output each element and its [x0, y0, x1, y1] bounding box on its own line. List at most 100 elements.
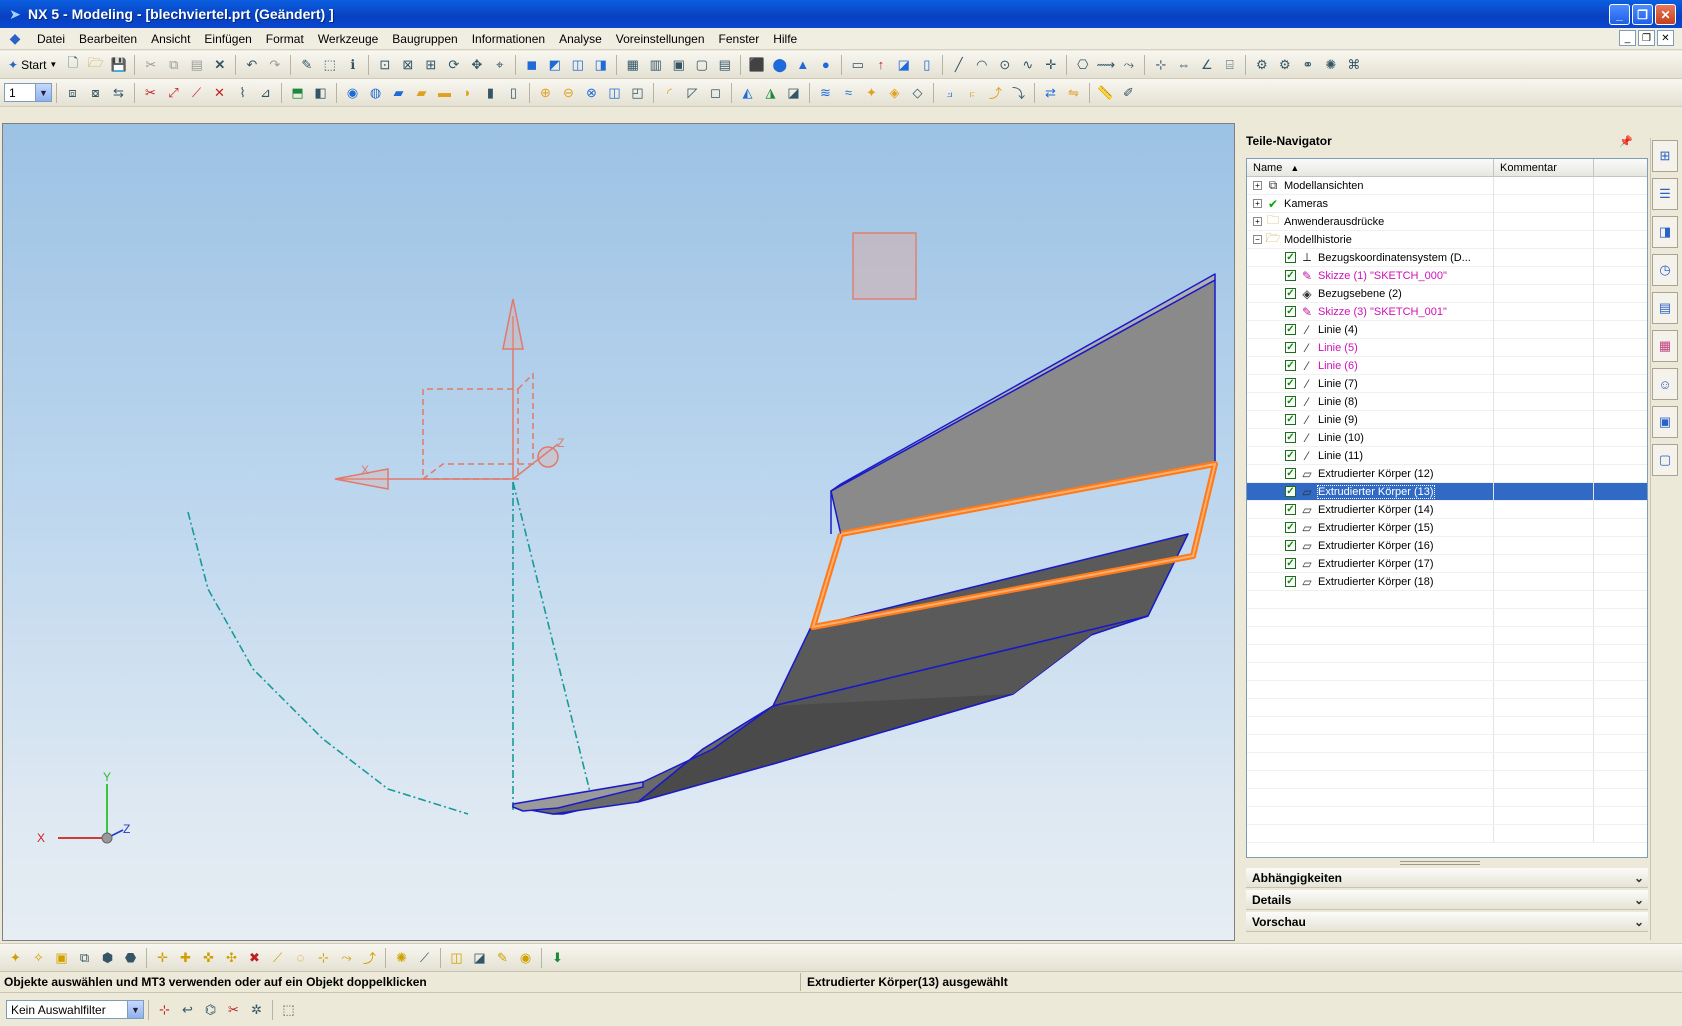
sketch-tool-icon[interactable]: ▭ [848, 55, 867, 74]
sewing-icon[interactable]: ✦ [862, 83, 881, 102]
snap-quadrant-icon[interactable]: ⬣ [121, 948, 140, 967]
datum-plane-tool-icon[interactable]: ◪ [894, 55, 913, 74]
object-display-icon[interactable]: ⬚ [320, 55, 339, 74]
extend-icon[interactable]: ⤢ [164, 83, 183, 102]
visibility-checkbox[interactable]: ✓ [1285, 414, 1296, 425]
visibility-checkbox[interactable]: ✓ [1285, 522, 1296, 533]
tree-node[interactable]: ✓ ⁄ Linie (9) [1247, 410, 1647, 429]
revolve-tool-icon[interactable]: ◧ [311, 83, 330, 102]
new-file-icon[interactable]: 🗋 [63, 55, 82, 74]
visibility-checkbox[interactable]: ✓ [1285, 378, 1296, 389]
tree-node[interactable]: ✓ ⁄ Linie (4) [1247, 320, 1647, 339]
pin-icon[interactable]: 📌 [1619, 135, 1633, 148]
select-curve-icon[interactable]: ⊙ [995, 55, 1014, 74]
navigator-tree[interactable]: Name ▲ Kommentar + ⧉ Modellansichten + ✔ Kamer… [1246, 158, 1648, 858]
snap-clear-icon[interactable]: ⟋ [415, 948, 434, 967]
wireframe-icon[interactable]: ◫ [568, 55, 587, 74]
render-style-icon[interactable]: ◨ [591, 55, 610, 74]
snap-grid-icon[interactable]: ⊹ [314, 948, 333, 967]
visibility-checkbox[interactable]: ✓ [1285, 360, 1296, 371]
menu-ansicht[interactable]: Ansicht [144, 32, 197, 46]
snap-bounded-icon[interactable]: ✣ [222, 948, 241, 967]
bend-icon[interactable]: ⤴ [986, 83, 1005, 102]
tree-node[interactable]: ✓ ▱ Extrudierter Körper (13) [1247, 482, 1647, 501]
web-browser-tab[interactable]: ▣ [1652, 406, 1678, 438]
tree-node[interactable]: ✓ ⁄ Linie (7) [1247, 374, 1647, 393]
tree-node[interactable]: ✓ ⁄ Linie (10) [1247, 428, 1647, 447]
pattern-icon[interactable]: ▯ [504, 83, 523, 102]
snap-arc-center-icon[interactable]: ◌ [291, 948, 310, 967]
boss-icon[interactable]: ◍ [366, 83, 385, 102]
visibility-checkbox[interactable]: ✓ [1285, 270, 1296, 281]
tree-node[interactable]: + ⧉ Modellansichten [1247, 176, 1647, 195]
fit-view-icon[interactable]: ⊡ [375, 55, 394, 74]
view-trimetric-icon[interactable]: ▦ [623, 55, 642, 74]
view-right-icon[interactable]: ▤ [715, 55, 734, 74]
scale-body-icon[interactable]: ◪ [784, 83, 803, 102]
measure-body-icon[interactable]: ⌸ [1220, 55, 1239, 74]
draft-icon[interactable]: ◭ [738, 83, 757, 102]
info-icon[interactable]: ℹ [343, 55, 362, 74]
reset-filter-icon[interactable]: ↩ [178, 1000, 197, 1019]
ruler-icon[interactable]: 📏 [1096, 83, 1115, 102]
start-button[interactable]: ✦ Start ▼ [4, 58, 61, 72]
roles-tab[interactable]: ☺ [1652, 368, 1678, 400]
delete-icon[interactable]: ✕ [210, 55, 229, 74]
view-front-icon[interactable]: ▢ [692, 55, 711, 74]
sheet-metal-icon[interactable]: ⟓ [940, 83, 959, 102]
color-palette-tab[interactable]: ▦ [1652, 330, 1678, 362]
chamfer-icon[interactable]: ◸ [683, 83, 702, 102]
visibility-checkbox[interactable]: ✓ [1285, 342, 1296, 353]
flange-icon[interactable]: ⟔ [963, 83, 982, 102]
tree-node[interactable]: ✓ ▱ Extrudierter Körper (14) [1247, 500, 1647, 519]
column-comment-header[interactable]: Kommentar [1494, 159, 1594, 176]
offset-curve-icon[interactable]: ⎔ [1073, 55, 1092, 74]
graphics-window[interactable]: X Z Y X Z [2, 123, 1235, 941]
tree-node[interactable]: + 🗀 Anwenderausdrücke [1247, 212, 1647, 231]
snap-curve-end-icon[interactable]: ⤳ [337, 948, 356, 967]
hole-icon[interactable]: ◉ [343, 83, 362, 102]
history-tab[interactable]: ◷ [1652, 254, 1678, 286]
zoom-icon[interactable]: ⊠ [398, 55, 417, 74]
detailed-filter-icon[interactable]: ✂ [224, 1000, 243, 1019]
part-navigator-tab[interactable]: ☰ [1652, 178, 1678, 210]
thread-icon[interactable]: ▮ [481, 83, 500, 102]
layer-visible-icon[interactable]: ⧇ [86, 83, 105, 102]
snap-intersection-icon[interactable]: ⧉ [75, 948, 94, 967]
visibility-checkbox[interactable]: ✓ [1285, 558, 1296, 569]
snap-curve-mid-icon[interactable]: ⤴ [360, 948, 379, 967]
menu-voreinstellungen[interactable]: Voreinstellungen [609, 32, 712, 46]
doc-close-button[interactable]: ✕ [1657, 30, 1674, 46]
selection-scope-icon[interactable]: ⊹ [155, 1000, 174, 1019]
snap-all-icon[interactable]: ✺ [392, 948, 411, 967]
visibility-checkbox[interactable]: ✓ [1285, 468, 1296, 479]
tree-node[interactable]: ✓ ⁄ Linie (8) [1247, 392, 1647, 411]
minimize-button[interactable]: _ [1609, 4, 1630, 25]
through-curves-icon[interactable]: ≈ [839, 83, 858, 102]
snap-existing-point-icon[interactable]: ✛ [153, 948, 172, 967]
menu-informationen[interactable]: Informationen [465, 32, 552, 46]
tree-node[interactable]: ✓ ▱ Extrudierter Körper (18) [1247, 572, 1647, 591]
pan-icon[interactable]: ✥ [467, 55, 486, 74]
visibility-checkbox[interactable]: ✓ [1285, 450, 1296, 461]
snap-center-icon[interactable]: ⬢ [98, 948, 117, 967]
menu-format[interactable]: Format [259, 32, 311, 46]
sphere-icon[interactable]: ● [816, 55, 835, 74]
drafting-icon[interactable]: ✐ [1119, 83, 1138, 102]
collapse-icon[interactable]: − [1253, 235, 1262, 244]
slot-icon[interactable]: ▬ [435, 83, 454, 102]
snap-control-icon[interactable]: ▣ [52, 948, 71, 967]
pad-icon[interactable]: ▰ [412, 83, 431, 102]
tree-node[interactable]: + ✔ Kameras [1247, 194, 1647, 213]
palette-tab[interactable]: ▤ [1652, 292, 1678, 324]
section-details[interactable]: Details ⌄ [1246, 890, 1648, 910]
groove-icon[interactable]: ◗ [458, 83, 477, 102]
cylinder-icon[interactable]: ⬤ [770, 55, 789, 74]
tree-node[interactable]: ✓ ▱ Extrudierter Körper (12) [1247, 464, 1647, 483]
tree-node[interactable]: ✓ ▱ Extrudierter Körper (15) [1247, 518, 1647, 537]
column-name-header[interactable]: Name ▲ [1247, 159, 1494, 176]
edit-object-icon[interactable]: ✎ [297, 55, 316, 74]
visibility-checkbox[interactable]: ✓ [1285, 576, 1296, 587]
menu-werkzeuge[interactable]: Werkzeuge [311, 32, 385, 46]
measure-distance-icon[interactable]: ⇔ [1174, 55, 1193, 74]
